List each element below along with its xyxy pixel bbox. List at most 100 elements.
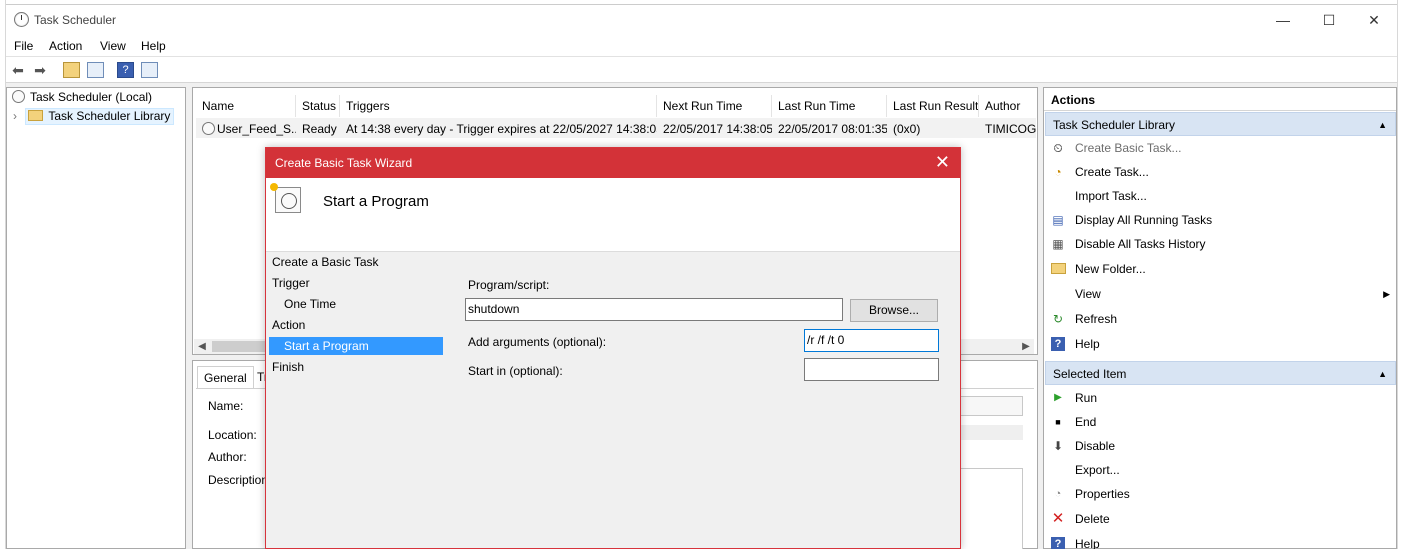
toolbar: ⬅ ➡ ? xyxy=(6,57,1397,83)
help-icon: ? xyxy=(1051,537,1065,549)
actions-title: Actions xyxy=(1044,89,1396,111)
detail-name-label: Name: xyxy=(208,399,244,413)
column-header-name[interactable]: Name xyxy=(196,95,296,117)
column-header-last-run-result[interactable]: Last Run Result xyxy=(887,95,979,117)
action-properties[interactable]: ◔ Properties xyxy=(1044,482,1396,506)
action-disable[interactable]: ⬇ Disable xyxy=(1044,434,1396,458)
step-trigger: Trigger xyxy=(272,276,310,290)
minimize-button[interactable]: — xyxy=(1260,11,1306,31)
action-import-task[interactable]: Import Task... xyxy=(1044,184,1396,208)
forward-arrow-icon[interactable]: ➡ xyxy=(31,61,49,79)
show-hide-console-tree-icon[interactable] xyxy=(87,62,104,78)
disable-arrow-icon: ⬇ xyxy=(1052,439,1064,453)
action-disable-tasks-history[interactable]: ▦ Disable All Tasks History xyxy=(1044,232,1396,256)
create-basic-task-icon: ⏲ xyxy=(1053,141,1063,155)
background-window-edge-right xyxy=(1397,0,1405,549)
create-task-icon: ◔ xyxy=(1054,165,1062,179)
create-basic-task-wizard: Create Basic Task Wizard ✕ Start a Progr… xyxy=(265,147,961,549)
column-header-next-run-time[interactable]: Next Run Time xyxy=(657,95,772,117)
collapse-caret-icon[interactable]: ▲ xyxy=(1378,113,1387,137)
close-window-button[interactable]: ✕ xyxy=(1351,11,1397,31)
detail-name-field[interactable] xyxy=(959,396,1023,416)
column-header-last-run-time[interactable]: Last Run Time xyxy=(772,95,887,117)
action-new-folder[interactable]: New Folder... xyxy=(1044,257,1396,281)
menu-view[interactable]: View xyxy=(100,39,126,53)
action-create-task[interactable]: ◔ Create Task... xyxy=(1044,160,1396,184)
wizard-header: Start a Program xyxy=(266,178,960,252)
actions-pane: Actions Task Scheduler Library ▲ ⏲ Create… xyxy=(1043,87,1397,549)
tab-general[interactable]: General xyxy=(197,366,254,388)
task-last-run-cell: 22/05/2017 08:01:35 xyxy=(778,122,887,136)
tree-item-label: Task Scheduler (Local) xyxy=(30,90,153,104)
action-help-selected[interactable]: ? Help xyxy=(1044,532,1396,549)
task-name-cell[interactable]: User_Feed_S... xyxy=(213,120,296,138)
section-label: Selected Item xyxy=(1053,367,1127,381)
menu-file[interactable]: File xyxy=(14,39,33,53)
console-tree: Task Scheduler (Local) › Task Scheduler … xyxy=(6,87,186,549)
end-icon: ■ xyxy=(1055,417,1061,427)
new-task-spark-icon xyxy=(270,183,278,191)
back-arrow-icon[interactable]: ⬅ xyxy=(9,61,27,79)
running-tasks-icon: ▤ xyxy=(1052,213,1064,227)
browse-button[interactable]: Browse... xyxy=(850,299,938,322)
detail-description-field[interactable] xyxy=(959,468,1023,549)
task-last-result-cell: (0x0) xyxy=(893,122,921,136)
wizard-title: Create Basic Task Wizard xyxy=(275,156,413,170)
actions-section-selected-item[interactable]: Selected Item ▲ xyxy=(1045,361,1396,385)
program-script-label: Program/script: xyxy=(468,278,550,292)
wizard-close-icon[interactable]: ✕ xyxy=(935,152,950,172)
clock-icon xyxy=(12,90,25,103)
maximize-button[interactable]: ☐ xyxy=(1306,11,1352,31)
detail-location-field xyxy=(959,425,1023,440)
column-header-triggers[interactable]: Triggers xyxy=(340,95,657,117)
help-icon: ? xyxy=(1051,337,1065,351)
delete-x-icon: ✕ xyxy=(1051,510,1065,527)
action-delete[interactable]: ✕ Delete xyxy=(1044,507,1396,531)
collapse-caret-icon[interactable]: ▲ xyxy=(1378,362,1387,386)
task-next-run-cell: 22/05/2017 14:38:05 xyxy=(663,122,772,136)
action-run[interactable]: ▶ Run xyxy=(1044,386,1396,410)
actions-section-library[interactable]: Task Scheduler Library ▲ xyxy=(1045,112,1396,136)
action-export[interactable]: Export... xyxy=(1044,458,1396,482)
up-folder-icon[interactable] xyxy=(63,62,80,78)
step-start-a-program: Start a Program xyxy=(269,337,443,355)
step-one-time: One Time xyxy=(284,297,337,311)
wizard-heading: Start a Program xyxy=(323,193,429,210)
show-hide-action-pane-icon[interactable] xyxy=(141,62,158,78)
start-in-input[interactable] xyxy=(804,358,939,381)
tree-item-task-scheduler-library[interactable]: › Task Scheduler Library xyxy=(13,108,175,126)
column-header-author[interactable]: Author xyxy=(979,95,1037,117)
folder-clock-icon xyxy=(28,110,44,121)
menu-action[interactable]: Action xyxy=(49,39,82,53)
new-folder-icon xyxy=(1051,262,1066,276)
column-header-status[interactable]: Status xyxy=(296,95,340,117)
task-author-cell: TIMICOG xyxy=(985,122,1037,136)
expand-chevron-icon[interactable]: › xyxy=(13,109,17,123)
properties-icon: ◔ xyxy=(1054,488,1062,500)
run-icon: ▶ xyxy=(1054,392,1062,403)
task-clock-icon xyxy=(275,187,301,213)
program-script-input[interactable]: shutdown xyxy=(465,298,843,321)
add-arguments-input[interactable]: /r /f /t 0 xyxy=(804,329,939,352)
action-refresh[interactable]: ↻ Refresh xyxy=(1044,307,1396,331)
help-icon[interactable]: ? xyxy=(117,62,134,78)
history-icon: ▦ xyxy=(1052,237,1064,251)
action-display-running-tasks[interactable]: ▤ Display All Running Tasks xyxy=(1044,208,1396,232)
step-create-basic-task: Create a Basic Task xyxy=(272,255,379,269)
submenu-arrow-icon: ▶ xyxy=(1383,289,1390,299)
menu-help[interactable]: Help xyxy=(141,39,166,53)
action-help-library[interactable]: ? Help xyxy=(1044,332,1396,356)
action-create-basic-task[interactable]: ⏲ Create Basic Task... xyxy=(1044,136,1396,160)
tree-item-task-scheduler-local[interactable]: Task Scheduler (Local) xyxy=(12,90,152,108)
detail-author-label: Author: xyxy=(208,450,247,464)
task-scheduler-clock-icon xyxy=(14,12,29,27)
scroll-right-arrow-icon[interactable]: ▶ xyxy=(1018,339,1034,354)
scroll-left-arrow-icon[interactable]: ◀ xyxy=(194,339,210,354)
detail-description-label: Description xyxy=(208,473,269,487)
window-title: Task Scheduler xyxy=(34,13,117,27)
action-view[interactable]: View ▶ xyxy=(1044,282,1396,306)
title-bar: Task Scheduler — ☐ ✕ xyxy=(6,5,1397,35)
wizard-steps: Create a Basic Task Trigger One Time Act… xyxy=(266,252,456,548)
action-end[interactable]: ■ End xyxy=(1044,410,1396,434)
refresh-icon: ↻ xyxy=(1052,312,1064,326)
